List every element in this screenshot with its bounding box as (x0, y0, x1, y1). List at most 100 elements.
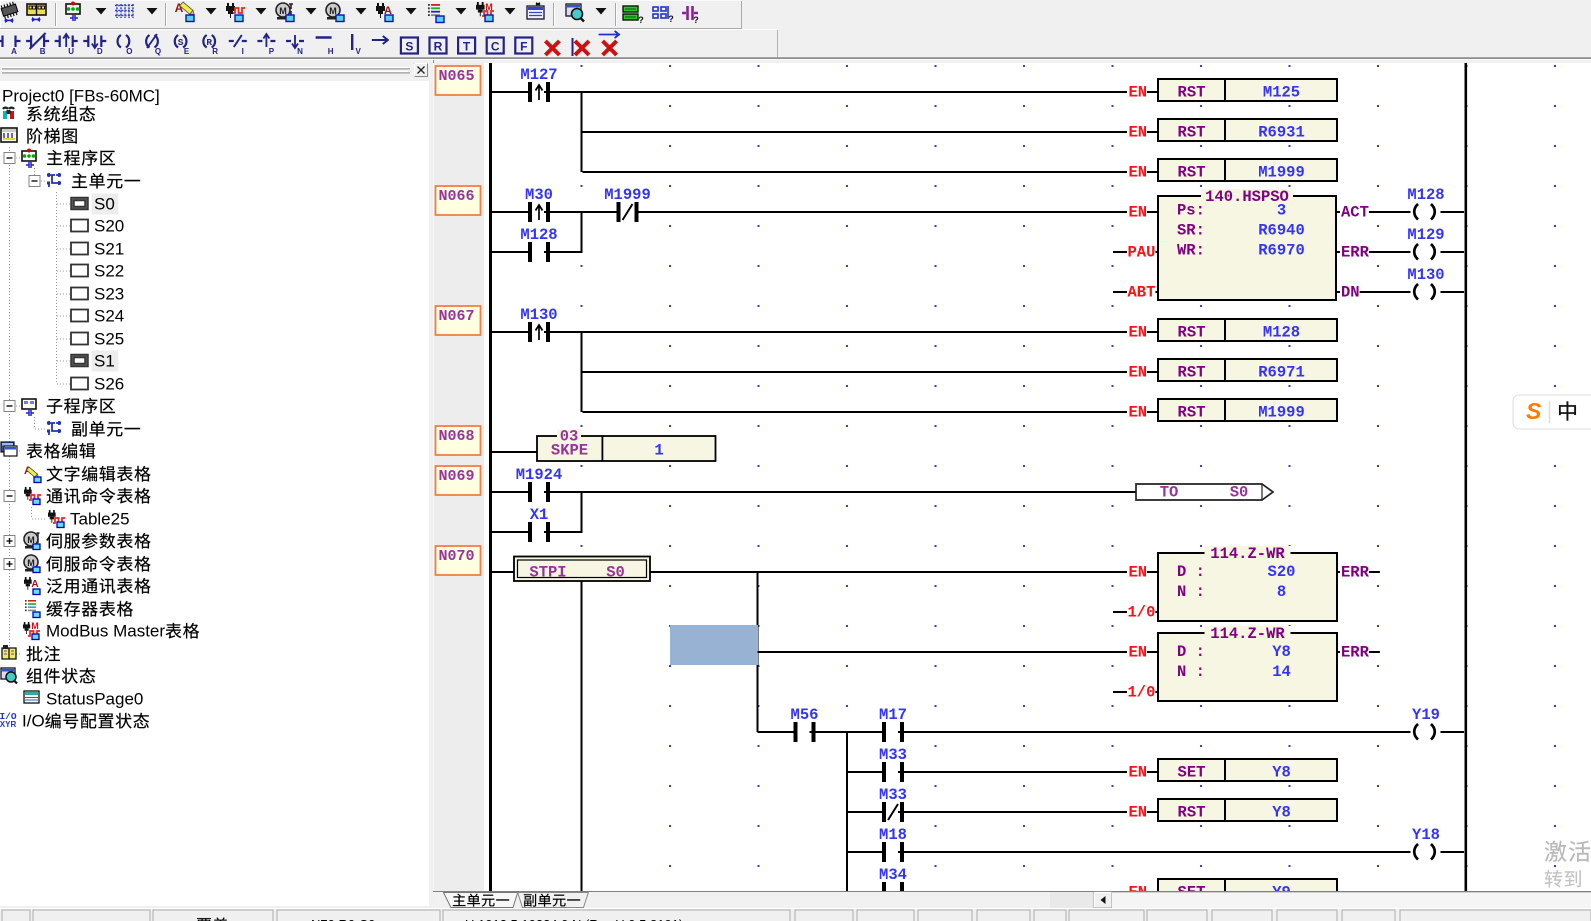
svg-text:Y19: Y19 (1412, 706, 1440, 724)
svg-text:M1999: M1999 (604, 186, 651, 204)
svg-text:RST: RST (1178, 364, 1206, 382)
svg-text:D :: D : (1177, 643, 1205, 661)
svg-text:S22: S22 (94, 262, 124, 281)
svg-text:Y18: Y18 (1412, 826, 1440, 844)
svg-text:M17: M17 (879, 706, 907, 724)
svg-text:S1: S1 (94, 352, 115, 371)
svg-text:A: A (11, 47, 17, 56)
svg-text:R6971: R6971 (1258, 364, 1305, 382)
svg-text:8: 8 (1277, 583, 1286, 601)
svg-text:R6970: R6970 (1258, 242, 1305, 260)
svg-text:Project0 [FBs-60MC]: Project0 [FBs-60MC] (2, 87, 160, 106)
svg-text:ABT: ABT (1128, 284, 1156, 302)
svg-text:EN: EN (1129, 164, 1148, 182)
svg-text:M34: M34 (879, 866, 907, 884)
svg-text:N066: N066 (439, 188, 475, 205)
svg-text:SR:: SR: (1177, 222, 1205, 240)
svg-text:X1: X1 (530, 506, 549, 524)
svg-text:S: S (405, 40, 413, 54)
svg-text:Y8: Y8 (1272, 804, 1291, 822)
svg-text:M125: M125 (1263, 84, 1300, 102)
svg-text:EN: EN (1129, 364, 1148, 382)
svg-text:P: P (269, 47, 275, 56)
svg-text:1/0: 1/0 (1128, 684, 1156, 702)
svg-text:114.Z-WR: 114.Z-WR (1210, 545, 1285, 563)
svg-text:E: E (184, 47, 190, 56)
svg-text:RST: RST (1178, 84, 1206, 102)
svg-text:?: ? (693, 15, 699, 25)
svg-text:M128: M128 (1263, 324, 1300, 342)
svg-text:RST: RST (1178, 324, 1206, 342)
svg-text:O: O (126, 47, 132, 56)
svg-text:T: T (463, 40, 471, 54)
svg-text:U:1012.5 10234.0 N (Rsv U:0.5: U:1012.5 10234.0 N (Rsv U:0.5 8191) (465, 917, 683, 921)
svg-text:N067: N067 (439, 308, 475, 325)
svg-text:H: H (328, 47, 334, 56)
svg-text:?: ? (638, 15, 644, 25)
svg-text:Y8: Y8 (1272, 764, 1291, 782)
svg-text:M30: M30 (525, 186, 553, 204)
svg-text:M33: M33 (879, 746, 907, 764)
svg-text:N068: N068 (439, 428, 475, 445)
svg-text:M1924: M1924 (516, 466, 563, 484)
svg-text:N070: N070 (439, 548, 475, 565)
svg-text:U: U (68, 47, 74, 56)
svg-text:RST: RST (1178, 164, 1206, 182)
svg-text:EN: EN (1129, 404, 1148, 422)
svg-text:ModBus Master: ModBus Master (46, 622, 165, 641)
svg-text:R6940: R6940 (1258, 222, 1305, 240)
svg-text:M33: M33 (879, 786, 907, 804)
svg-text:S0: S0 (94, 195, 115, 214)
svg-text:D: D (97, 47, 103, 56)
svg-text:RST: RST (1178, 804, 1206, 822)
svg-text:STPI: STPI (529, 564, 566, 582)
svg-text:EN: EN (1129, 564, 1148, 582)
svg-text:M18: M18 (879, 826, 907, 844)
svg-text:M129: M129 (1407, 226, 1444, 244)
svg-text:S: S (178, 37, 184, 48)
svg-text:S20: S20 (94, 217, 124, 236)
svg-text:M128: M128 (1407, 186, 1444, 204)
svg-text:I: I (242, 47, 244, 56)
svg-text:M1999: M1999 (1258, 164, 1305, 182)
svg-text:V: V (356, 47, 362, 56)
svg-text:R: R (212, 47, 218, 56)
svg-text:N :: N : (1177, 583, 1205, 601)
svg-text:S25: S25 (94, 330, 124, 349)
svg-text:A: A (31, 579, 38, 590)
svg-text:S: S (1526, 398, 1542, 424)
svg-text:M130: M130 (1407, 266, 1444, 284)
svg-text:S21: S21 (94, 240, 124, 259)
svg-text:14: 14 (1272, 663, 1291, 681)
svg-text:TO: TO (1160, 484, 1179, 502)
svg-text:S0: S0 (1230, 484, 1249, 502)
svg-text:M: M (31, 621, 39, 631)
svg-text:RST: RST (1178, 124, 1206, 142)
svg-text:S0: S0 (606, 564, 625, 582)
svg-text:N :: N : (1177, 663, 1205, 681)
svg-text:1/0: 1/0 (1128, 604, 1156, 622)
svg-text:SET: SET (1178, 764, 1206, 782)
svg-text:F: F (520, 40, 527, 54)
svg-text:I/O: I/O (22, 712, 45, 731)
svg-text:StatusPage0: StatusPage0 (46, 690, 143, 709)
svg-text:EN: EN (1129, 644, 1148, 662)
svg-text:M127: M127 (520, 66, 557, 84)
svg-text:DN: DN (1341, 284, 1360, 302)
svg-text:Y8: Y8 (1272, 643, 1291, 661)
svg-text:S20: S20 (1268, 563, 1296, 581)
svg-text:EN: EN (1129, 84, 1148, 102)
svg-text:S26: S26 (94, 375, 124, 394)
svg-text:S23: S23 (94, 285, 124, 304)
svg-text:?: ? (668, 14, 674, 24)
svg-text:M128: M128 (520, 226, 557, 244)
svg-text:EN: EN (1129, 124, 1148, 142)
svg-text:3: 3 (1277, 202, 1286, 220)
svg-text:EN: EN (1129, 764, 1148, 782)
svg-text:C: C (491, 40, 500, 54)
svg-text:1: 1 (654, 442, 663, 460)
svg-text:PAU: PAU (1128, 244, 1156, 262)
svg-text:WR:: WR: (1177, 242, 1205, 260)
svg-text:N069: N069 (439, 468, 475, 485)
svg-text:S24: S24 (94, 307, 124, 326)
